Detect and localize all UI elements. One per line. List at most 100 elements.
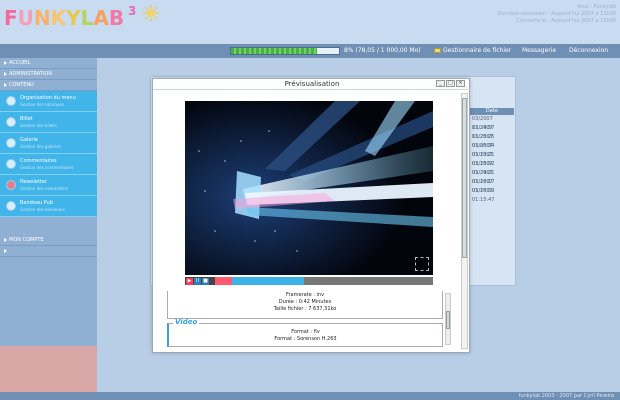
maximize-icon[interactable]: □	[446, 80, 455, 87]
sidebar-item-title: Commentaires	[20, 158, 57, 164]
sidebar-section-accueil[interactable]: ACCUEIL	[0, 58, 97, 69]
video-legend: Video	[173, 318, 200, 326]
window-buttons: _ □ ×	[436, 80, 465, 87]
sidebar-section-contenu[interactable]: CONTENU	[0, 80, 97, 91]
modal-scrollbar[interactable]	[461, 93, 468, 349]
video-frame	[185, 101, 433, 275]
logo-letter: U	[17, 6, 34, 30]
quota-progress-bar	[230, 47, 340, 55]
deconnexion-link[interactable]: Déconnexion	[569, 47, 608, 54]
sidebar-item-desc: Gestion des bandeaux	[20, 207, 65, 212]
date-cell: 03/2007 01:16:17	[472, 170, 495, 185]
sidebar-item[interactable]: Bandeau Pub Gestion des bandeaux	[0, 196, 97, 217]
info-duration: Durée : 0:42 Minutes	[278, 299, 332, 305]
arrow-icon	[4, 83, 7, 87]
arrow-icon	[4, 249, 7, 253]
header-info-line: Connecte le : Aujourd'hui 2007 a 13h00	[516, 18, 616, 24]
sidebar-item[interactable]: Galerie Gestion des galeries	[0, 133, 97, 154]
seek-buffered	[232, 277, 305, 285]
file-manager-label: Gestionnaire de fichier	[443, 47, 512, 54]
sidebar-section-extra[interactable]	[0, 246, 97, 257]
logo-letter: A	[93, 6, 109, 30]
arrow-icon	[4, 72, 7, 76]
info-scrollbar[interactable]	[445, 293, 451, 345]
logo-letter: Y	[66, 6, 81, 30]
header: FUNKYLAB 3 Vous : Funkylab Derniere conn…	[0, 0, 620, 44]
date-cell: 03/2007 01:15:47	[472, 188, 495, 203]
sidebar-item-title: Galerie	[20, 137, 38, 143]
footer: funkylab 2003 - 2007 par Cyril Pereira	[0, 392, 620, 400]
video-fieldset: Video Format : flv Format : Sorenson H.2…	[167, 319, 443, 347]
stop-icon[interactable]: ■	[202, 277, 209, 285]
video-codec: Format : Sorenson H.263	[274, 336, 337, 342]
document-icon	[6, 117, 16, 127]
folder-icon	[434, 48, 441, 53]
fullscreen-icon[interactable]	[415, 257, 429, 271]
sidebar-item[interactable]: Commentaires Gestion des commentaires	[0, 154, 97, 175]
preview-modal: Prévisualisation _ □ × ▶ II ■ Framerate …	[152, 78, 471, 353]
date-cell: 03/2007 01:15:52	[472, 152, 495, 167]
footer-credit: funkylab 2003 - 2007 par Cyril Pereira	[518, 393, 614, 399]
info-framerate: Framerate : inv	[285, 292, 325, 298]
sun-icon	[142, 4, 160, 22]
header-info-line: Derniere connexion : Aujourd'hui 2007 a …	[497, 11, 616, 17]
header-info: Vous : Funkylab Derniere connexion : Auj…	[497, 4, 616, 25]
sidebar: ACCUEIL ADMINISTRATION CONTENU Organisat…	[0, 58, 97, 400]
messagerie-link[interactable]: Messagerie	[522, 47, 556, 54]
arrow-icon	[4, 61, 7, 65]
sidebar-item-desc: Gestion des rubriques	[20, 102, 65, 107]
sidebar-section-administration[interactable]: ADMINISTRATION	[0, 69, 97, 80]
quota-progress-fill	[231, 48, 318, 54]
sidebar-item-desc: Gestion des billets	[20, 123, 57, 128]
date-cell: 03/2007 01:15:59	[472, 179, 495, 194]
info-scroll-thumb[interactable]	[446, 311, 450, 329]
sidebar-item[interactable]: Billet Gestion des billets	[0, 112, 97, 133]
logo-letter: L	[80, 6, 94, 30]
play-icon[interactable]: ▶	[186, 277, 193, 285]
sidebar-item-title: Billet	[20, 116, 33, 122]
sidebar-item-desc: Gestion des newsletters	[20, 186, 69, 191]
seek-played	[215, 277, 233, 285]
funkylab-logo[interactable]: FUNKYLAB	[4, 6, 124, 30]
file-manager-link[interactable]: Gestionnaire de fichier	[434, 47, 511, 54]
sidebar-item-desc: Gestion des commentaires	[20, 165, 74, 170]
modal-scroll-thumb[interactable]	[462, 98, 467, 258]
minimize-icon[interactable]: _	[436, 80, 445, 87]
sidebar-section-label: ADMINISTRATION	[9, 70, 53, 77]
close-icon[interactable]: ×	[456, 80, 465, 87]
date-cell: 03/2007 01:13:21	[472, 143, 495, 158]
image-icon	[6, 138, 16, 148]
logo-letter: K	[50, 6, 67, 30]
sidebar-section-mon-compte[interactable]: MON COMPTE	[0, 235, 97, 246]
date-cell: 03/2007 11:25:25	[472, 125, 495, 140]
logo-letter: F	[4, 6, 18, 30]
logo-letter: B	[108, 6, 125, 30]
globe-icon	[6, 96, 16, 106]
video-player[interactable]	[185, 101, 433, 275]
logo-version: 3	[128, 4, 137, 18]
player-controls: ▶ II ■	[185, 277, 433, 285]
comment-icon	[6, 159, 16, 169]
sidebar-item-title: Organisation du menu	[20, 95, 76, 101]
date-cell: 03/2007 01:05:34	[472, 134, 495, 149]
sidebar-item[interactable]: Organisation du menu Gestion des rubrique…	[0, 91, 97, 112]
header-info-line: Vous : Funkylab	[577, 4, 616, 10]
sidebar-item[interactable]: Newsletter Gestion des newsletters	[0, 175, 97, 196]
sidebar-section-label: MON COMPTE	[9, 236, 44, 243]
date-cell: 03/2007 01:24:21	[472, 161, 495, 176]
seek-bar[interactable]	[215, 277, 433, 285]
info-filesize: Taille fichier : 7 637,31ko	[273, 306, 337, 312]
top-bar: 8% (78,05 / 1 000,00 Mo) Gestionnaire de…	[0, 44, 620, 58]
banner-icon	[6, 201, 16, 211]
quota-text: 8% (78,05 / 1 000,00 Mo)	[344, 47, 421, 54]
pause-icon[interactable]: II	[194, 277, 201, 285]
sidebar-item-title: Bandeau Pub	[20, 200, 54, 206]
video-format: Format : flv	[291, 329, 320, 335]
date-cell: 03/2007 11:24:57	[472, 116, 495, 131]
logo-letter: N	[33, 6, 51, 30]
media-info: Framerate : inv Durée : 0:42 Minutes Tai…	[167, 291, 443, 319]
arrow-icon	[4, 238, 7, 242]
date-column: Date 03/2007 11:24:57 03/2007 11:25:25 03/…	[470, 108, 514, 203]
date-header[interactable]: Date	[470, 108, 514, 115]
sidebar-item-desc: Gestion des galeries	[20, 144, 61, 149]
